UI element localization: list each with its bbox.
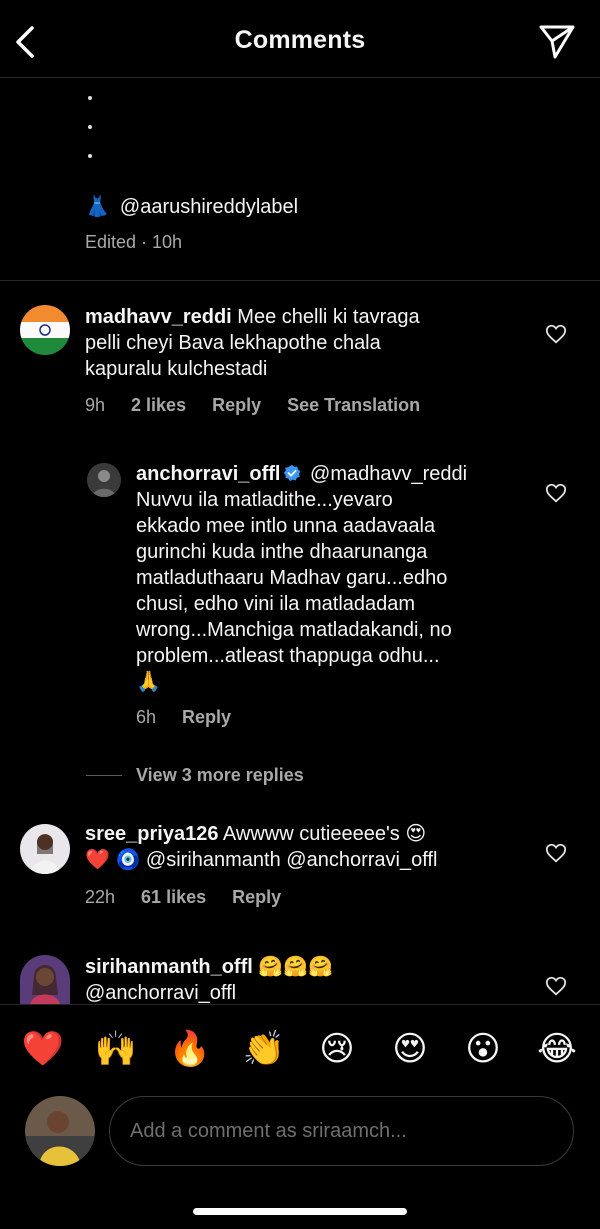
header-bar: Comments: [0, 0, 600, 78]
avatar[interactable]: [20, 824, 70, 874]
comment-text-line: kapuralu kulchestadi: [85, 358, 268, 380]
comment-body: sirihanmanth_offl 🤗🤗🤗 @anchorravi_offl: [85, 954, 525, 1004]
reaction-cry-icon[interactable]: 😢: [315, 1027, 359, 1071]
comment-text-line: @anchorravi_offl: [85, 982, 237, 1004]
comment-text-line: 🙏: [136, 671, 161, 693]
likes-count[interactable]: 61 likes: [141, 887, 206, 908]
reaction-surprised-icon[interactable]: 😮: [461, 1027, 505, 1071]
see-translation-button[interactable]: See Translation: [287, 395, 420, 416]
reaction-heart-icon[interactable]: ❤️: [21, 1027, 65, 1071]
share-icon[interactable]: [538, 22, 576, 60]
heart-icon[interactable]: [545, 482, 567, 504]
dress-emoji: 👗: [85, 196, 110, 218]
reaction-raised-hands-icon[interactable]: 🙌: [94, 1027, 138, 1071]
reaction-laugh-icon[interactable]: 😂: [535, 1027, 579, 1071]
comment-body: sree_priya126 Awwww cutieeeee's 😍 ❤️ 🧿 @…: [85, 821, 525, 873]
avatar[interactable]: [20, 955, 70, 1004]
edited-timestamp: Edited · 10h: [85, 232, 183, 252]
comment-text-line: chusi, edho vini ila matladadam: [136, 593, 416, 615]
heart-icon[interactable]: [545, 323, 567, 345]
reaction-fire-icon[interactable]: 🔥: [168, 1027, 212, 1071]
caption-mention: 👗 @aarushireddylabel: [85, 194, 298, 219]
heart-icon[interactable]: [545, 975, 567, 997]
user-avatar[interactable]: [25, 1096, 95, 1166]
divider: [0, 280, 600, 281]
comment-time: 22h: [85, 887, 116, 907]
comment-body: anchorravi_offl @madhavv_reddi Nuvvu ila…: [136, 461, 536, 695]
verified-badge-icon: [284, 464, 301, 482]
heart-icon[interactable]: [545, 842, 567, 864]
likes-count[interactable]: 2 likes: [131, 395, 186, 416]
mention-link[interactable]: @madhavv_reddi: [310, 463, 467, 485]
reply-button[interactable]: Reply: [212, 395, 261, 416]
comment-input[interactable]: [109, 1096, 574, 1166]
avatar[interactable]: [20, 305, 70, 355]
home-indicator: [193, 1208, 407, 1215]
comment-text-line: wrong...Manchiga matladakandi, no: [136, 619, 452, 641]
comment-text-line: 🤗🤗🤗: [258, 956, 334, 978]
reaction-clap-icon[interactable]: 👏: [242, 1027, 286, 1071]
reply-button[interactable]: Reply: [182, 707, 231, 728]
comment-time: 9h: [85, 395, 106, 415]
comment-text-line: pelli cheyi Bava lekhapothe chala: [85, 332, 381, 354]
comment-text-line: Awwww cutieeeee's 😍: [222, 823, 427, 845]
view-more-replies-button[interactable]: View 3 more replies: [86, 765, 304, 786]
reaction-heart-eyes-icon[interactable]: 😍: [388, 1027, 432, 1071]
comment-body: madhavv_reddi Mee chelli ki tavraga pell…: [85, 304, 525, 382]
comment-text-line: matladuthaaru Madhav garu...edho: [136, 567, 448, 589]
comment-username[interactable]: madhavv_reddi: [85, 306, 232, 328]
view-more-label: View 3 more replies: [136, 765, 304, 785]
page-title: Comments: [234, 26, 366, 54]
quick-reactions-bar: ❤️ 🙌 🔥 👏 😢 😍 😮 😂: [0, 1004, 600, 1090]
mention-link[interactable]: @aarushireddylabel: [120, 196, 298, 218]
comment-text-line: Mee chelli ki tavraga: [237, 306, 420, 328]
comment-username[interactable]: anchorravi_offl: [136, 463, 280, 485]
comment-text-line: Nuvvu ila matladithe...yevaro: [136, 489, 393, 511]
comment-text-line: ❤️ 🧿 @sirihanmanth @anchorravi_offl: [85, 849, 438, 871]
comment-meta: 22h 61 likes Reply: [85, 887, 281, 908]
comment-meta: 6h Reply: [136, 707, 231, 728]
reply-button[interactable]: Reply: [232, 887, 281, 908]
comment-text-line: ekkado mee intlo unna aadavaala: [136, 515, 436, 537]
comment-username[interactable]: sree_priya126: [85, 823, 218, 845]
divider: [86, 775, 122, 776]
comment-time: 6h: [136, 707, 157, 727]
comment-text-line: problem...atleast thappuga odhu...: [136, 645, 440, 667]
comment-text-line: gurinchi kuda inthe dhaarunanga: [136, 541, 428, 563]
comment-username[interactable]: sirihanmanth_offl: [85, 956, 253, 978]
comment-meta: 9h 2 likes Reply See Translation: [85, 395, 420, 416]
avatar[interactable]: [87, 463, 121, 497]
